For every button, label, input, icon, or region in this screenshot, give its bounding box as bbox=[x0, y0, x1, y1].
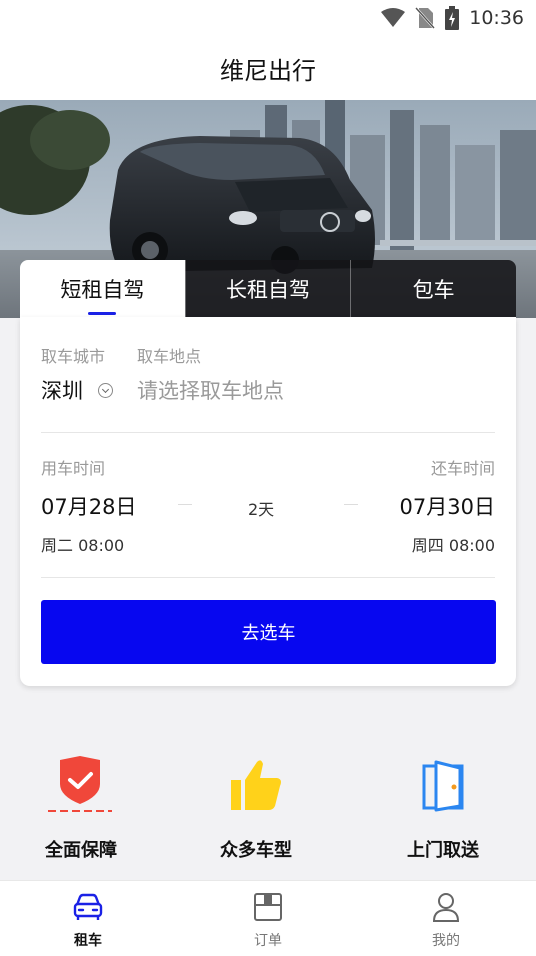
features-section: 全面保障 众多车型 上门取送 bbox=[0, 700, 536, 880]
location-label: 取车地点 bbox=[137, 347, 202, 366]
shield-check-icon bbox=[48, 756, 112, 812]
choose-car-button[interactable]: 去选车 bbox=[41, 600, 496, 664]
rental-duration: 2天 bbox=[248, 500, 275, 519]
nav-label: 租车 bbox=[74, 933, 102, 949]
nav-label: 订单 bbox=[254, 933, 282, 949]
nav-item-orders[interactable]: 订单 bbox=[208, 881, 328, 956]
tab-label: 短租自驾 bbox=[60, 277, 145, 302]
wifi-icon bbox=[381, 8, 406, 27]
city-label: 取车城市 bbox=[41, 347, 106, 366]
tab-label: 包车 bbox=[412, 277, 455, 302]
status-time: 10:36 bbox=[469, 7, 524, 29]
nav-item-profile[interactable]: 我的 bbox=[386, 881, 506, 956]
pickup-time-label: 用车时间 bbox=[41, 459, 106, 478]
pickup-weekday-time: 周二 08:00 bbox=[41, 536, 125, 555]
tab-label: 长租自驾 bbox=[226, 277, 310, 302]
active-tab-indicator bbox=[88, 312, 117, 315]
feature-title: 上门取送 bbox=[407, 840, 479, 861]
feature-title: 全面保障 bbox=[45, 840, 117, 861]
return-time-picker[interactable]: 还车时间 07月30日 周四 08:00 bbox=[345, 455, 495, 555]
page-title: 维尼出行 bbox=[220, 56, 316, 85]
bottom-nav: 租车 订单 我的 bbox=[0, 880, 536, 956]
door-icon bbox=[422, 760, 464, 812]
pickup-time-picker[interactable]: 用车时间 07月28日 周二 08:00 bbox=[41, 455, 191, 555]
city-selector[interactable]: 深圳 bbox=[41, 375, 117, 407]
profile-icon bbox=[432, 893, 460, 922]
feature-title: 众多车型 bbox=[220, 840, 292, 861]
tab-chartered[interactable]: 包车 bbox=[350, 260, 516, 317]
divider bbox=[41, 577, 495, 578]
car-icon bbox=[73, 893, 103, 920]
divider bbox=[41, 432, 495, 433]
orders-icon bbox=[254, 893, 282, 921]
battery-icon bbox=[445, 6, 460, 30]
pickup-date: 07月28日 bbox=[41, 495, 137, 519]
no-sim-icon bbox=[415, 7, 436, 29]
tab-short-term[interactable]: 短租自驾 bbox=[20, 260, 185, 317]
status-icons: 10:36 bbox=[381, 6, 524, 30]
chevron-down-icon bbox=[98, 383, 113, 398]
city-value: 深圳 bbox=[41, 379, 83, 403]
divider-dash bbox=[178, 504, 192, 505]
status-bar: 10:36 bbox=[0, 0, 536, 36]
rental-type-tabs: 短租自驾 长租自驾 包车 bbox=[20, 260, 516, 317]
return-time-label: 还车时间 bbox=[430, 459, 495, 478]
pickup-location-input[interactable]: 请选择取车地点 bbox=[137, 375, 284, 405]
return-weekday-time: 周四 08:00 bbox=[411, 536, 495, 555]
return-date: 07月30日 bbox=[399, 495, 495, 519]
booking-card: 取车城市 取车地点 深圳 请选择取车地点 用车时间 07月28日 周二 08:0… bbox=[20, 317, 516, 686]
thumbs-up-icon bbox=[231, 760, 281, 810]
tab-long-term[interactable]: 长租自驾 bbox=[184, 260, 351, 317]
nav-label: 我的 bbox=[432, 933, 460, 949]
nav-item-rent[interactable]: 租车 bbox=[28, 881, 148, 956]
title-bar: 维尼出行 bbox=[0, 36, 536, 100]
